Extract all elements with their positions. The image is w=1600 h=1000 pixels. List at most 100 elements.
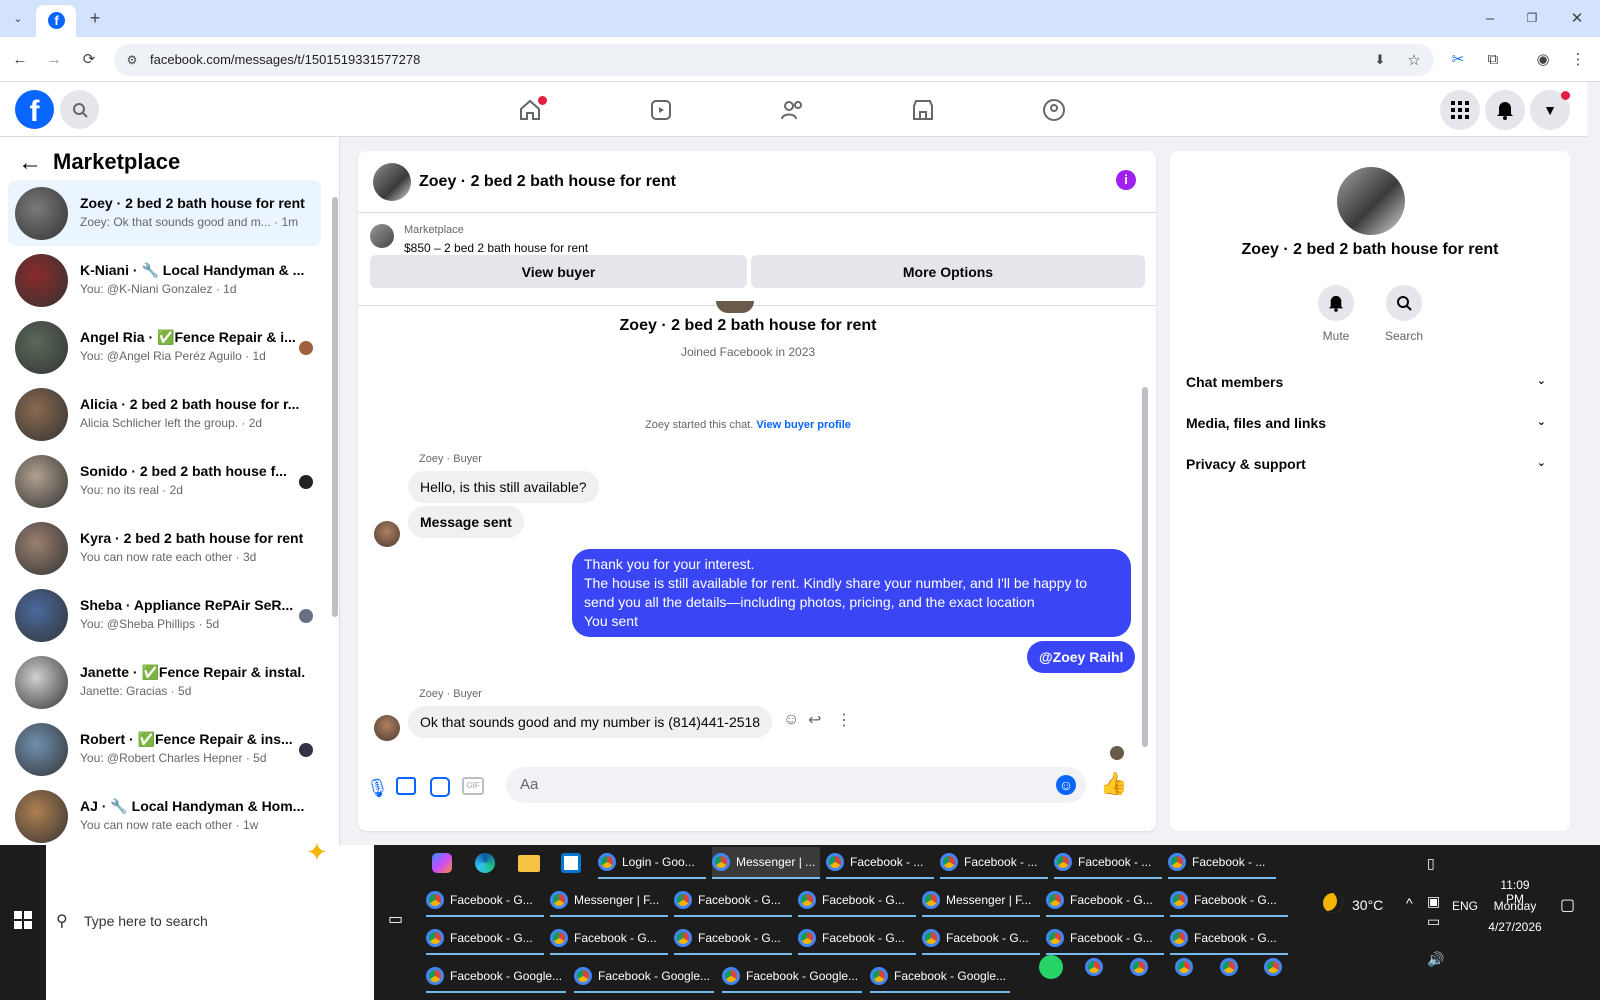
chat-title[interactable]: Zoey · 2 bed 2 bath house for rent bbox=[419, 173, 676, 191]
incoming-message[interactable]: Hello, is this still available? bbox=[408, 471, 599, 503]
groups-icon[interactable] bbox=[1038, 94, 1070, 126]
weather-temperature[interactable]: 30°C bbox=[1352, 897, 1383, 913]
taskbar-window-button[interactable]: Facebook - G... bbox=[1170, 923, 1288, 955]
section-chat-members[interactable]: Chat members ⌄ bbox=[1186, 374, 1556, 390]
section-media-files-links[interactable]: Media, files and links ⌄ bbox=[1186, 415, 1556, 431]
details-avatar[interactable] bbox=[1337, 167, 1405, 235]
conversation-item[interactable]: K-Niani · 🔧 Local Handyman & ... You: @K-… bbox=[8, 247, 321, 313]
store-icon[interactable] bbox=[561, 853, 581, 873]
taskbar-window-button[interactable]: Facebook - Google... bbox=[870, 961, 1010, 993]
sender-avatar[interactable] bbox=[374, 715, 400, 741]
conversation-item[interactable]: Sonido · 2 bed 2 bath house f... You: no … bbox=[8, 448, 321, 514]
taskbar-window-button[interactable]: Facebook - G... bbox=[798, 923, 916, 955]
gif-icon[interactable]: GIF bbox=[462, 777, 484, 795]
bookmark-star-icon[interactable]: ☆ bbox=[1402, 48, 1426, 72]
copilot-icon[interactable] bbox=[432, 853, 452, 873]
thread-scrollbar[interactable] bbox=[1142, 387, 1148, 747]
incoming-message[interactable]: Ok that sounds good and my number is (81… bbox=[408, 706, 773, 738]
taskbar-window-button[interactable]: Facebook - G... bbox=[426, 885, 544, 917]
reload-icon[interactable]: ⟳ bbox=[77, 47, 101, 71]
more-options-button[interactable]: More Options bbox=[751, 255, 1145, 288]
minimize-window-icon[interactable]: – bbox=[1478, 6, 1502, 30]
react-emoji-icon[interactable]: ☺ bbox=[783, 711, 799, 729]
view-buyer-profile-link[interactable]: View buyer profile bbox=[756, 419, 851, 431]
browser-tab-facebook[interactable]: f bbox=[36, 5, 76, 37]
conversation-scrollbar[interactable] bbox=[332, 197, 338, 617]
meet-now-icon[interactable]: ▣ bbox=[1427, 891, 1444, 911]
file-explorer-icon[interactable] bbox=[518, 855, 540, 872]
chrome-icon[interactable] bbox=[1175, 958, 1193, 976]
chrome-icon[interactable] bbox=[1130, 958, 1148, 976]
restore-window-icon[interactable]: ❐ bbox=[1520, 6, 1544, 30]
listing-title[interactable]: $850 – 2 bed 2 bath house for rent bbox=[404, 241, 588, 255]
windows-start-icon[interactable] bbox=[14, 911, 32, 929]
mention-message[interactable]: @Zoey Raihl bbox=[1027, 641, 1136, 673]
microphone-icon[interactable]: 🎙 bbox=[366, 778, 389, 799]
tray-expand-icon[interactable]: ^ bbox=[1406, 895, 1413, 911]
taskbar-window-button[interactable]: Facebook - G... bbox=[1046, 923, 1164, 955]
taskbar-window-button[interactable]: Facebook - G... bbox=[674, 923, 792, 955]
taskbar-window-button[interactable]: Messenger | F... bbox=[922, 885, 1040, 917]
listing-thumbnail[interactable] bbox=[370, 224, 394, 248]
taskbar-window-button[interactable]: Facebook - G... bbox=[798, 885, 916, 917]
close-window-icon[interactable]: ✕ bbox=[1565, 6, 1589, 30]
taskbar-window-button[interactable]: Facebook - ... bbox=[940, 847, 1048, 879]
section-privacy-support[interactable]: Privacy & support ⌄ bbox=[1186, 456, 1556, 472]
view-buyer-button[interactable]: View buyer bbox=[370, 255, 747, 288]
clock-day[interactable]: Monday bbox=[1490, 899, 1540, 913]
taskbar-window-button[interactable]: Facebook - Google... bbox=[722, 961, 862, 993]
menu-grid-icon[interactable] bbox=[1440, 90, 1480, 130]
taskbar-window-button[interactable]: Facebook - G... bbox=[426, 923, 544, 955]
thumbs-up-icon[interactable]: 👍 bbox=[1100, 771, 1127, 797]
extensions-puzzle-icon[interactable]: ⧉ bbox=[1481, 47, 1505, 71]
taskbar-window-button[interactable]: Facebook - ... bbox=[1054, 847, 1162, 879]
chrome-icon[interactable] bbox=[1085, 958, 1103, 976]
url-field[interactable]: ⚙ facebook.com/messages/t/15015193315772… bbox=[114, 44, 1434, 76]
back-arrow-icon[interactable]: ← bbox=[18, 149, 42, 177]
chrome-icon[interactable] bbox=[1220, 958, 1238, 976]
message-input[interactable]: Aa ☺ bbox=[506, 767, 1086, 803]
install-app-icon[interactable]: ⬇ bbox=[1368, 48, 1392, 72]
taskbar-window-button[interactable]: Facebook - Google... bbox=[574, 961, 714, 993]
profile-icon[interactable]: ◉ bbox=[1531, 47, 1555, 71]
new-tab-button[interactable]: + bbox=[83, 6, 107, 30]
taskbar-window-button[interactable]: Facebook - G... bbox=[922, 923, 1040, 955]
taskbar-window-button[interactable]: Facebook - G... bbox=[1046, 885, 1164, 917]
taskbar-window-button[interactable]: Facebook - ... bbox=[826, 847, 934, 879]
account-menu-chevron-icon[interactable]: ▼ bbox=[1530, 90, 1570, 130]
clock-date[interactable]: 4/27/2026 bbox=[1486, 920, 1544, 934]
chat-avatar[interactable] bbox=[373, 163, 411, 201]
back-icon[interactable]: ← bbox=[8, 47, 32, 71]
more-actions-icon[interactable]: ⋮ bbox=[836, 710, 852, 730]
reply-icon[interactable]: ↩ bbox=[808, 710, 821, 730]
forward-icon[interactable]: → bbox=[42, 47, 66, 71]
taskbar-window-button[interactable]: Facebook - G... bbox=[550, 923, 668, 955]
incoming-message[interactable]: Message sent bbox=[408, 506, 524, 538]
outgoing-message[interactable]: Thank you for your interest. The house i… bbox=[572, 549, 1131, 637]
tray-icons[interactable]: ▯ ▣ ▭ 🔊 bbox=[1427, 841, 1444, 969]
conversation-item[interactable]: Robert · ✅Fence Repair & ins... You: @Rob… bbox=[8, 716, 321, 782]
taskbar-search-box[interactable]: ⚲ Type here to search ✦ bbox=[46, 837, 374, 1000]
marketplace-icon[interactable] bbox=[907, 94, 939, 126]
mute-button[interactable] bbox=[1318, 285, 1354, 321]
conversation-item[interactable]: Zoey · 2 bed 2 bath house for rent Zoey: … bbox=[8, 180, 321, 246]
extension-icon[interactable]: ✂ bbox=[1446, 47, 1470, 71]
taskbar-window-button[interactable]: Facebook - G... bbox=[674, 885, 792, 917]
conversation-item[interactable]: AJ · 🔧 Local Handyman & Hom... You can no… bbox=[8, 783, 321, 845]
browser-menu-icon[interactable]: ⋮ bbox=[1566, 47, 1590, 71]
taskbar-window-button[interactable]: Facebook - Google... bbox=[426, 961, 566, 993]
notification-center-icon[interactable]: ▢ bbox=[1560, 895, 1575, 915]
home-icon[interactable] bbox=[514, 94, 547, 126]
taskbar-window-button[interactable]: Facebook - ... bbox=[1168, 847, 1276, 879]
facebook-logo-icon[interactable]: f bbox=[15, 90, 54, 129]
sender-avatar[interactable] bbox=[374, 521, 400, 547]
volume-icon[interactable]: 🔊 bbox=[1427, 949, 1444, 969]
taskbar-window-button[interactable]: Messenger | ... bbox=[712, 847, 820, 879]
network-icon[interactable]: ▭ bbox=[1427, 911, 1444, 931]
video-icon[interactable] bbox=[645, 94, 677, 126]
taskbar-window-button[interactable]: Facebook - G... bbox=[1170, 885, 1288, 917]
conversation-item[interactable]: Kyra · 2 bed 2 bath house for rent You ca… bbox=[8, 515, 321, 581]
taskbar-window-button[interactable]: Messenger | F... bbox=[550, 885, 668, 917]
info-icon[interactable]: i bbox=[1116, 170, 1136, 190]
photo-icon[interactable] bbox=[396, 777, 416, 795]
